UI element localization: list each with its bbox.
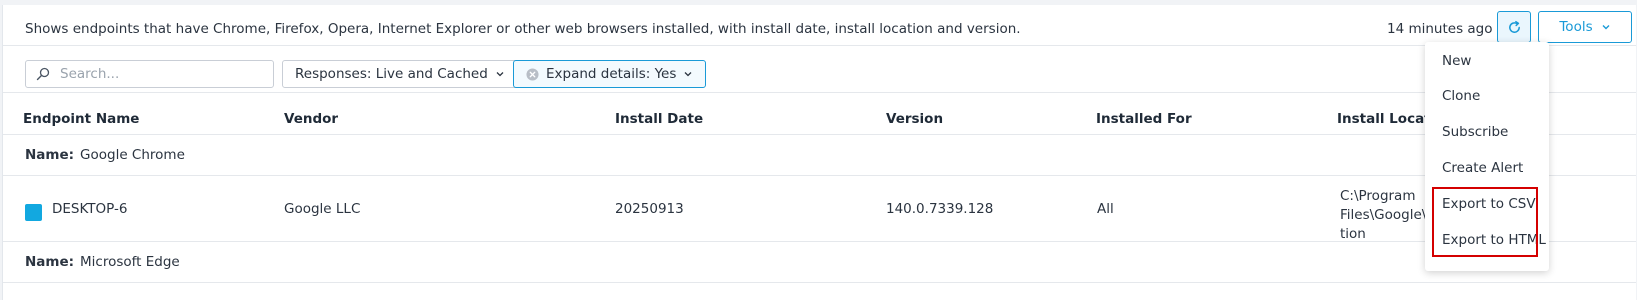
clear-icon[interactable] [526, 67, 539, 81]
menu-item-new[interactable]: New [1442, 53, 1471, 69]
group-value: Microsoft Edge [80, 254, 180, 270]
tools-label: Tools [1559, 19, 1593, 35]
search-box[interactable] [25, 60, 274, 88]
version-cell: 140.0.7339.128 [886, 201, 994, 217]
search-icon [36, 67, 50, 81]
divider [3, 175, 1636, 176]
divider [3, 282, 1636, 283]
column-header-install-date[interactable]: Install Date [615, 111, 703, 127]
chevron-down-icon [1602, 25, 1610, 30]
group-row: Name: Google Chrome [25, 147, 185, 163]
install-location-line: C:\Program [1340, 188, 1416, 204]
group-row: Name: Microsoft Edge [25, 254, 180, 270]
last-updated-text: 14 minutes ago [1387, 21, 1493, 37]
divider [3, 45, 1636, 46]
chevron-down-icon [496, 72, 504, 77]
group-label: Name: [25, 254, 75, 270]
responses-filter[interactable]: Responses: Live and Cached [282, 60, 518, 88]
install-location-cell: C:\Program Files\Google\ tion [1340, 187, 1426, 244]
divider [3, 134, 1636, 135]
installed-for-cell: All [1097, 201, 1114, 217]
column-header-endpoint[interactable]: Endpoint Name [23, 111, 139, 127]
vendor-cell: Google LLC [284, 201, 361, 217]
group-label: Name: [25, 147, 75, 163]
column-header-vendor[interactable]: Vendor [284, 111, 338, 127]
group-value: Google Chrome [80, 147, 185, 163]
search-input[interactable] [58, 65, 252, 83]
report-panel: Shows endpoints that have Chrome, Firefo… [2, 5, 1636, 300]
menu-item-create-alert[interactable]: Create Alert [1442, 160, 1523, 176]
menu-item-clone[interactable]: Clone [1442, 88, 1480, 104]
expand-details-filter[interactable]: Expand details: Yes [513, 60, 707, 88]
windows-os-icon [25, 204, 42, 221]
install-date-cell: 20250913 [615, 201, 684, 217]
column-header-version[interactable]: Version [886, 111, 943, 127]
menu-item-subscribe[interactable]: Subscribe [1442, 124, 1508, 140]
report-description: Shows endpoints that have Chrome, Firefo… [25, 21, 1021, 37]
refresh-icon [1508, 20, 1520, 33]
divider [3, 241, 1636, 242]
endpoint-name-link[interactable]: DESKTOP-6 [52, 201, 127, 217]
install-location-line: Files\Google\ [1340, 207, 1427, 223]
responses-filter-label: Responses: Live and Cached [295, 66, 488, 82]
expand-details-label: Expand details: Yes [546, 66, 677, 82]
export-options-highlight [1432, 187, 1538, 257]
chevron-down-icon [684, 72, 692, 77]
tools-button[interactable]: Tools [1538, 11, 1632, 43]
divider [3, 92, 1636, 93]
refresh-button[interactable] [1497, 11, 1531, 43]
column-header-installed-for[interactable]: Installed For [1096, 111, 1192, 127]
